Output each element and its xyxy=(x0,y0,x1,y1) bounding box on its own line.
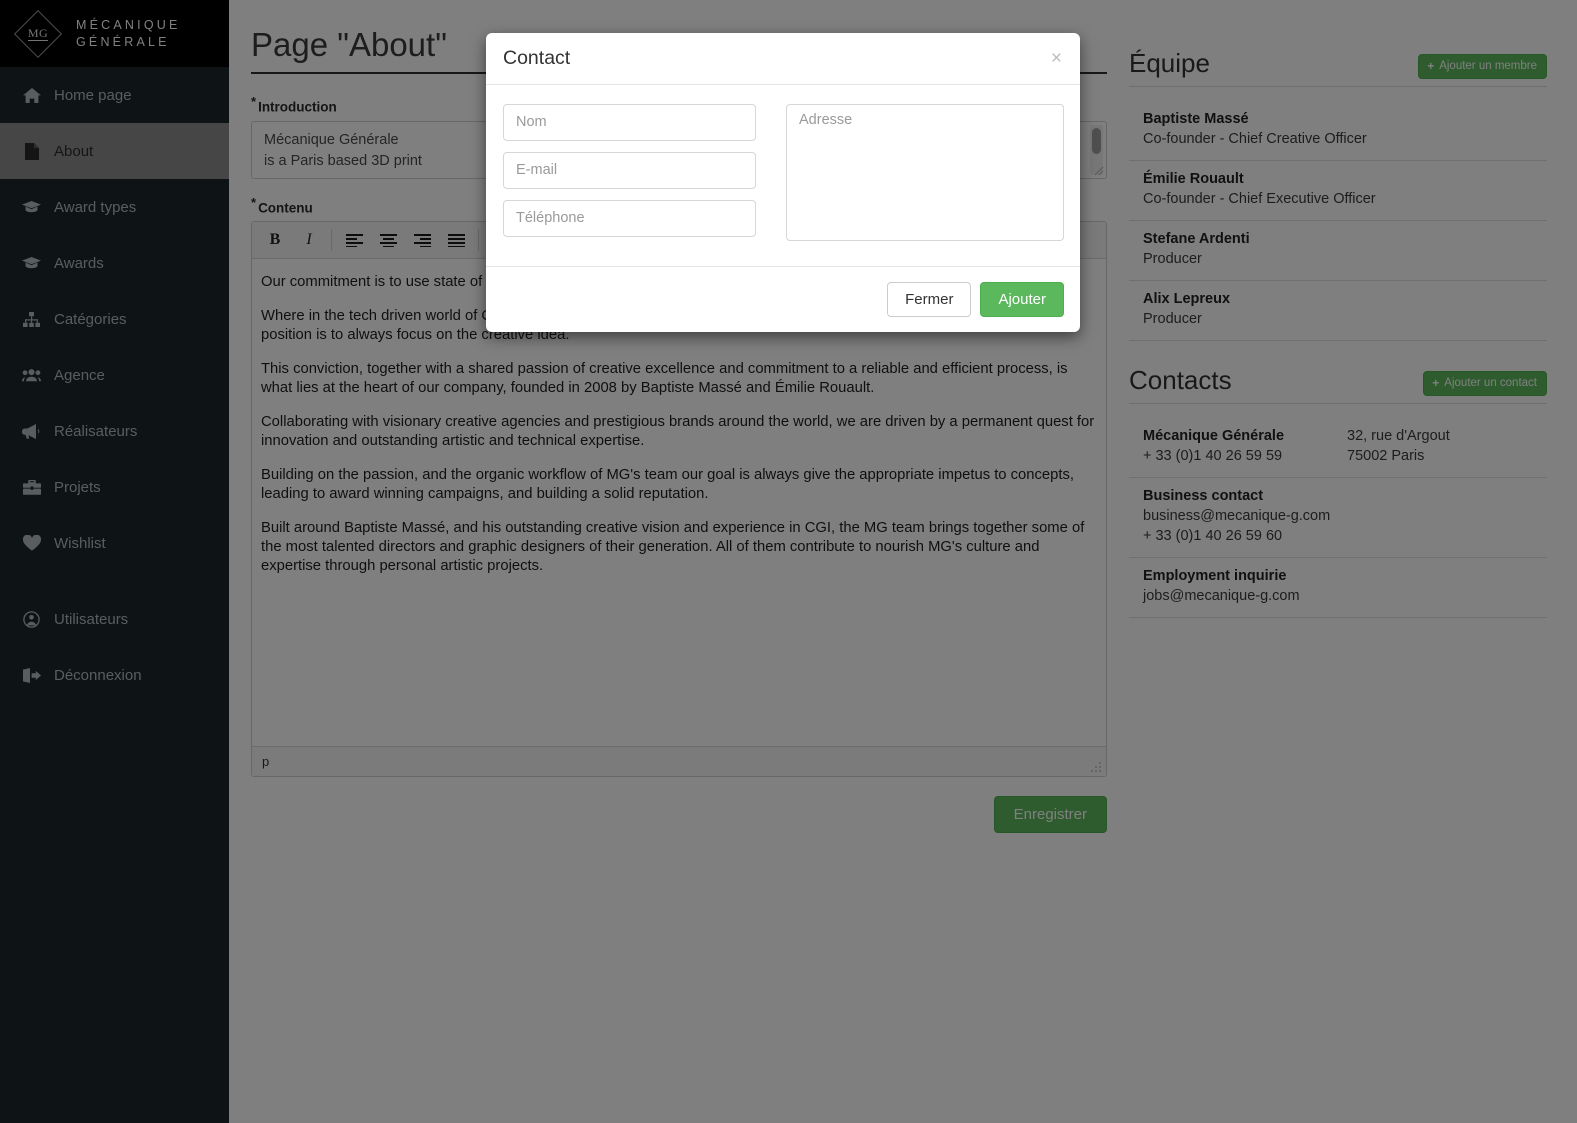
telephone-input[interactable] xyxy=(503,199,756,237)
modal-title: Contact xyxy=(503,47,571,69)
modal-header: Contact × xyxy=(486,33,1080,85)
fermer-button[interactable]: Fermer xyxy=(887,281,972,317)
ajouter-button[interactable]: Ajouter xyxy=(980,281,1064,317)
modal-right-fields xyxy=(786,103,1064,246)
modal-body xyxy=(486,85,1080,266)
adresse-textarea[interactable] xyxy=(786,103,1064,241)
modal-footer: Fermer Ajouter xyxy=(486,265,1080,332)
close-icon[interactable]: × xyxy=(1049,49,1064,68)
app-root: MG MÉCANIQUE GÉNÉRALE Home pageAboutAwar… xyxy=(0,0,1577,1123)
email-input[interactable] xyxy=(503,151,756,189)
modal-left-fields xyxy=(503,103,756,246)
contact-modal: Contact × Fermer Ajouter xyxy=(486,33,1080,332)
nom-input[interactable] xyxy=(503,103,756,141)
